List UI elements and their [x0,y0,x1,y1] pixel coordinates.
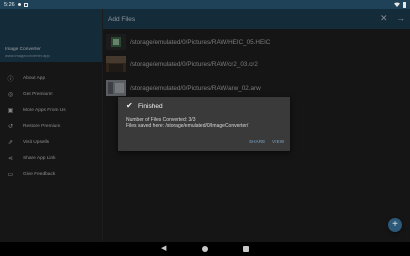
dialog-save-location: Files saved here: /storage/emulated/0/Im… [126,123,249,129]
share-button[interactable]: SHARE [249,139,266,144]
wifi-icon [394,2,400,7]
battery-icon [403,1,406,8]
nav-recents-icon[interactable] [243,246,249,252]
add-file-button[interactable]: + [388,218,402,232]
checkmark-icon: ✔ [126,101,133,110]
system-navigation-bar: ◀ [0,242,410,256]
view-button[interactable]: VIEW [272,139,284,144]
notification-dot-icon [17,3,21,6]
status-bar: 5:26 [0,0,410,9]
status-left: 5:26 [4,2,28,8]
notification-square-icon [23,2,28,7]
nav-back-icon[interactable]: ◀ [161,245,166,253]
finished-dialog: ✔ Finished Number of Files Converted: 3/… [118,97,290,151]
screen: 5:26 Add Files ✕ → /storage/emulated/0/P… [0,0,410,256]
status-right [394,1,406,8]
dialog-title: Finished [138,103,163,110]
nav-home-icon[interactable] [202,246,208,252]
status-time: 5:26 [4,1,15,8]
